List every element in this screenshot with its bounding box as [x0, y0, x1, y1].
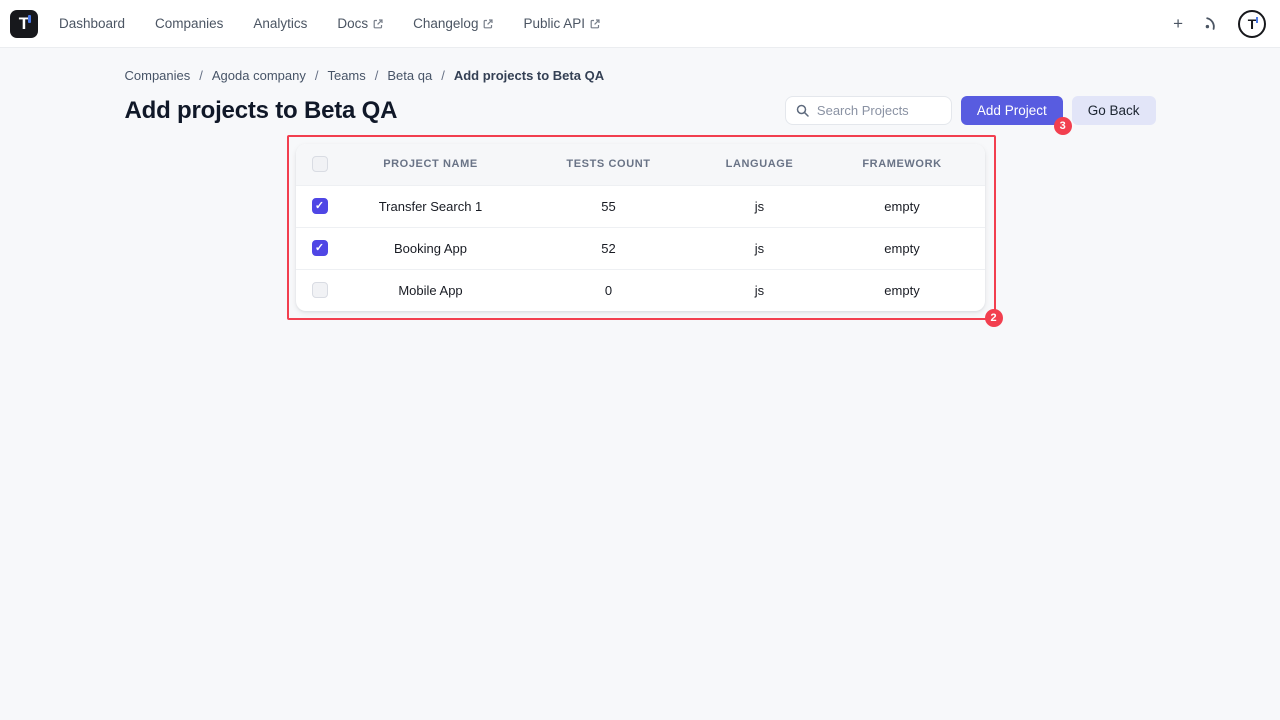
cell-tests-count: 55 — [518, 185, 700, 227]
nav-item-analytics[interactable]: Analytics — [253, 16, 307, 31]
app-logo-accent — [28, 15, 31, 23]
cell-project-name: Transfer Search 1 — [344, 185, 518, 227]
table-row: Mobile App 0 js empty — [296, 269, 985, 311]
go-back-button[interactable]: Go Back — [1072, 96, 1156, 125]
plus-icon[interactable]: + — [1173, 15, 1183, 32]
table-header-row: PROJECT NAME TESTS COUNT LANGUAGE FRAMEW… — [296, 144, 985, 185]
avatar-letter: T — [1248, 17, 1257, 31]
external-link-icon — [590, 19, 600, 29]
row-checkbox[interactable] — [312, 282, 328, 298]
breadcrumb: Companies / Agoda company / Teams / Beta… — [125, 68, 1156, 83]
table-row: Transfer Search 1 55 js empty — [296, 185, 985, 227]
breadcrumb-current-page: Add projects to Beta QA — [454, 68, 604, 83]
avatar-accent — [1256, 17, 1258, 23]
breadcrumb-separator: / — [375, 68, 379, 83]
nav-item-docs[interactable]: Docs — [337, 16, 383, 31]
select-all-checkbox[interactable] — [312, 156, 328, 172]
feed-icon[interactable] — [1202, 15, 1219, 32]
projects-table-area: 2 PROJECT NAME TESTS COUNT LANGUAGE FRAM… — [296, 144, 985, 311]
cell-tests-count: 0 — [518, 269, 700, 311]
annotation-step-badge: 2 — [985, 309, 1003, 327]
breadcrumb-teams[interactable]: Teams — [327, 68, 365, 83]
top-navigation-bar: T Dashboard Companies Analytics Docs Cha… — [0, 0, 1280, 48]
nav-item-changelog[interactable]: Changelog — [413, 16, 493, 31]
breadcrumb-beta-qa[interactable]: Beta qa — [387, 68, 432, 83]
cell-project-name: Booking App — [344, 227, 518, 269]
page-title: Add projects to Beta QA — [125, 97, 398, 125]
nav-item-companies[interactable]: Companies — [155, 16, 223, 31]
toolbar: Add Project 3 Go Back — [785, 96, 1156, 125]
row-checkbox[interactable] — [312, 198, 328, 214]
cell-framework: empty — [820, 269, 985, 311]
column-header-framework: FRAMEWORK — [820, 144, 985, 185]
page-content: Companies / Agoda company / Teams / Beta… — [125, 68, 1156, 311]
user-avatar[interactable]: T — [1238, 10, 1266, 38]
breadcrumb-agoda-company[interactable]: Agoda company — [212, 68, 306, 83]
breadcrumb-separator: / — [315, 68, 319, 83]
cell-language: js — [700, 269, 820, 311]
column-header-project-name: PROJECT NAME — [344, 144, 518, 185]
nav-item-public-api[interactable]: Public API — [523, 16, 600, 31]
title-row: Add projects to Beta QA Add Project 3 Go… — [125, 96, 1156, 125]
column-header-tests-count: TESTS COUNT — [518, 144, 700, 185]
breadcrumb-separator: / — [441, 68, 445, 83]
projects-table: PROJECT NAME TESTS COUNT LANGUAGE FRAMEW… — [296, 144, 985, 311]
breadcrumb-companies[interactable]: Companies — [125, 68, 191, 83]
search-icon — [796, 104, 809, 117]
app-logo[interactable]: T — [10, 10, 38, 38]
breadcrumb-separator: / — [199, 68, 203, 83]
nav-item-dashboard[interactable]: Dashboard — [59, 16, 125, 31]
projects-table-card: PROJECT NAME TESTS COUNT LANGUAGE FRAMEW… — [296, 144, 985, 311]
table-row: Booking App 52 js empty — [296, 227, 985, 269]
external-link-icon — [483, 19, 493, 29]
add-project-button[interactable]: Add Project 3 — [961, 96, 1063, 125]
row-checkbox[interactable] — [312, 240, 328, 256]
annotation-step-badge: 3 — [1054, 117, 1072, 135]
cell-tests-count: 52 — [518, 227, 700, 269]
column-header-language: LANGUAGE — [700, 144, 820, 185]
cell-framework: empty — [820, 227, 985, 269]
cell-framework: empty — [820, 185, 985, 227]
topbar-actions: + T — [1173, 10, 1266, 38]
main-nav: Dashboard Companies Analytics Docs Chang… — [59, 16, 600, 31]
search-projects-box — [785, 96, 952, 125]
search-projects-input[interactable] — [817, 103, 941, 118]
external-link-icon — [373, 19, 383, 29]
cell-language: js — [700, 227, 820, 269]
cell-project-name: Mobile App — [344, 269, 518, 311]
cell-language: js — [700, 185, 820, 227]
